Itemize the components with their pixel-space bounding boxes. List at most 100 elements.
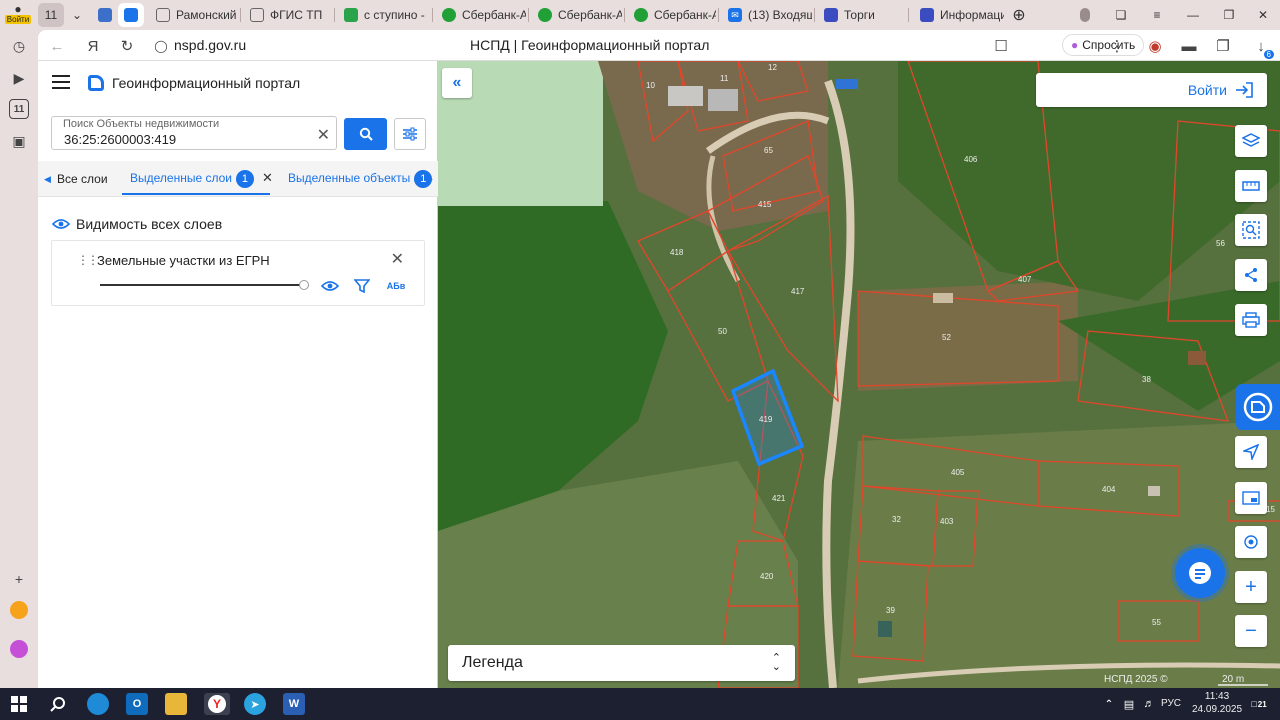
account-icon[interactable]: [1074, 3, 1096, 27]
parcel-label: 420: [760, 572, 774, 581]
tray-overflow-icon[interactable]: ⌃: [1098, 693, 1120, 715]
tab-list-chevron-icon[interactable]: ⌄: [66, 3, 88, 27]
notifications-icon[interactable]: □ 21: [1248, 693, 1270, 715]
language-indicator[interactable]: РУС: [1161, 698, 1181, 709]
area-search-button[interactable]: [1235, 214, 1267, 246]
zoom-out-button[interactable]: −: [1235, 615, 1267, 647]
search-value[interactable]: 36:25:2600003:419: [64, 132, 176, 147]
minimap-button[interactable]: [1235, 482, 1267, 514]
extension-icon[interactable]: ◉: [1144, 35, 1166, 57]
yandex-browser-taskbar-icon[interactable]: Y: [204, 693, 230, 715]
layer-filter-icon[interactable]: [352, 277, 372, 295]
opacity-slider-handle[interactable]: [299, 280, 309, 290]
tab-label: ФГИС ТП: [270, 8, 323, 22]
layers-button[interactable]: [1235, 125, 1267, 157]
history-icon[interactable]: ◷: [9, 36, 29, 56]
remove-layer-icon[interactable]: ✕: [391, 249, 404, 269]
add-icon[interactable]: +: [9, 569, 29, 589]
visibility-all-layers[interactable]: Видимость всех слоев: [52, 216, 222, 232]
reload-icon[interactable]: ↻: [116, 35, 138, 57]
alice-icon[interactable]: [9, 639, 29, 659]
collapse-panel-button[interactable]: «: [442, 68, 472, 98]
tab-2[interactable]: с ступино -: [338, 3, 430, 27]
bookmark-icon[interactable]: ☐: [990, 35, 1012, 57]
edge-browser-icon[interactable]: [87, 693, 109, 715]
counter-icon[interactable]: 11: [9, 99, 29, 119]
layer-labels-icon[interactable]: АБв: [386, 277, 406, 295]
nspd-side-logo[interactable]: [1236, 384, 1280, 430]
screenshot-icon[interactable]: ▣: [9, 131, 29, 151]
restore-icon[interactable]: ❐: [1218, 3, 1240, 27]
measure-button[interactable]: [1235, 170, 1267, 202]
close-tab-icon[interactable]: ✕: [262, 170, 273, 185]
close-window-icon[interactable]: ✕: [1252, 3, 1274, 27]
drag-handle-icon[interactable]: ⋮⋮: [77, 253, 99, 267]
tab-7[interactable]: Торги: [818, 3, 906, 27]
active-tab[interactable]: [118, 3, 144, 27]
login-button[interactable]: Войти: [1036, 73, 1267, 107]
ask-ai-button[interactable]: ● Спросить: [1062, 34, 1145, 56]
tab-selected-layers[interactable]: Выделенные слои 1 ✕: [130, 170, 273, 188]
printer-icon: [1242, 312, 1260, 328]
geolocation-button[interactable]: [1235, 436, 1267, 468]
network-icon[interactable]: ▤: [1118, 693, 1140, 715]
more-icon[interactable]: ⋮: [1106, 35, 1128, 57]
word-icon[interactable]: W: [283, 693, 305, 715]
page-title: НСПД | Геоинформационный портал: [470, 37, 710, 53]
yandex-logo-icon[interactable]: Я: [82, 35, 104, 57]
tab-5[interactable]: Сбербанк-А: [628, 3, 716, 27]
opacity-slider[interactable]: [100, 284, 305, 286]
file-explorer-icon[interactable]: [165, 693, 187, 715]
tab-count-button[interactable]: 11: [38, 3, 64, 27]
extensions-puzzle-icon[interactable]: ❐: [1212, 35, 1234, 57]
downloads-icon[interactable]: ↓ 6: [1250, 35, 1274, 59]
new-tab-plus-icon[interactable]: ⊕: [1008, 3, 1030, 27]
back-arrow-icon[interactable]: ←: [46, 35, 68, 57]
locate-me-button[interactable]: [1235, 526, 1267, 558]
windows-start-icon[interactable]: [8, 693, 30, 715]
search-button[interactable]: [344, 118, 387, 150]
chat-button[interactable]: [1175, 548, 1225, 598]
profile-button[interactable]: ● Войти: [2, 3, 34, 27]
map-canvas[interactable]: 10 11 12 65 415 418 417 50 419 421 420 4…: [438, 61, 1280, 688]
search-icon[interactable]: [47, 693, 69, 715]
site-info-icon[interactable]: ◯: [150, 35, 172, 57]
volume-icon[interactable]: ♬: [1138, 693, 1160, 715]
zoom-in-button[interactable]: +: [1235, 571, 1267, 603]
search-input[interactable]: Поиск Объекты недвижимости 36:25:2600003…: [51, 116, 337, 150]
tabs-scroll-left-icon[interactable]: ◀: [44, 174, 51, 185]
minimize-icon[interactable]: —: [1182, 3, 1204, 27]
selected-parcel-label[interactable]: 419: [759, 415, 772, 424]
tab-selected-objects[interactable]: Выделенные объекты 1: [288, 170, 433, 188]
tab-3[interactable]: Сбербанк-А: [436, 3, 526, 27]
video-icon[interactable]: ▶: [9, 68, 29, 88]
extension-2-icon[interactable]: ▬: [1178, 35, 1200, 57]
tab-6[interactable]: ✉ (13) Входящ: [722, 3, 812, 27]
minus-icon: −: [1245, 619, 1257, 642]
search-settings-button[interactable]: [394, 118, 426, 150]
minimap-icon: [1242, 491, 1260, 505]
tab-4[interactable]: Сбербанк-А: [532, 3, 622, 27]
url-text[interactable]: nspd.gov.ru: [174, 37, 246, 53]
sber-icon: [442, 8, 456, 22]
layer-visibility-eye-icon[interactable]: [320, 277, 340, 295]
clear-search-icon[interactable]: ✕: [317, 125, 330, 145]
legend-dropdown[interactable]: Легенда ⌃ ⌄: [448, 645, 795, 681]
parcel-label: 65: [764, 146, 773, 155]
print-button[interactable]: [1235, 304, 1267, 336]
share-button[interactable]: [1235, 259, 1267, 291]
outlook-icon[interactable]: O: [126, 693, 148, 715]
tabs-scroll-right-icon[interactable]: ▶: [426, 174, 433, 185]
tab-1[interactable]: ФГИС ТП: [244, 3, 330, 27]
telegram-icon[interactable]: ➤: [244, 693, 266, 715]
tab-8[interactable]: Информаци: [914, 3, 1004, 27]
tab-all-layers[interactable]: Все слои: [57, 172, 108, 186]
menu-icon[interactable]: ≡: [1146, 3, 1168, 27]
yandex-app-icon[interactable]: [9, 600, 29, 620]
tab-0[interactable]: Рамонский: [150, 3, 238, 27]
menu-burger-icon[interactable]: [52, 75, 70, 91]
collections-icon[interactable]: ❏: [1110, 3, 1132, 27]
clock[interactable]: 11:43 24.09.2025: [1192, 690, 1242, 716]
user-icon: ●: [14, 3, 22, 16]
pinned-tab[interactable]: [94, 3, 116, 27]
